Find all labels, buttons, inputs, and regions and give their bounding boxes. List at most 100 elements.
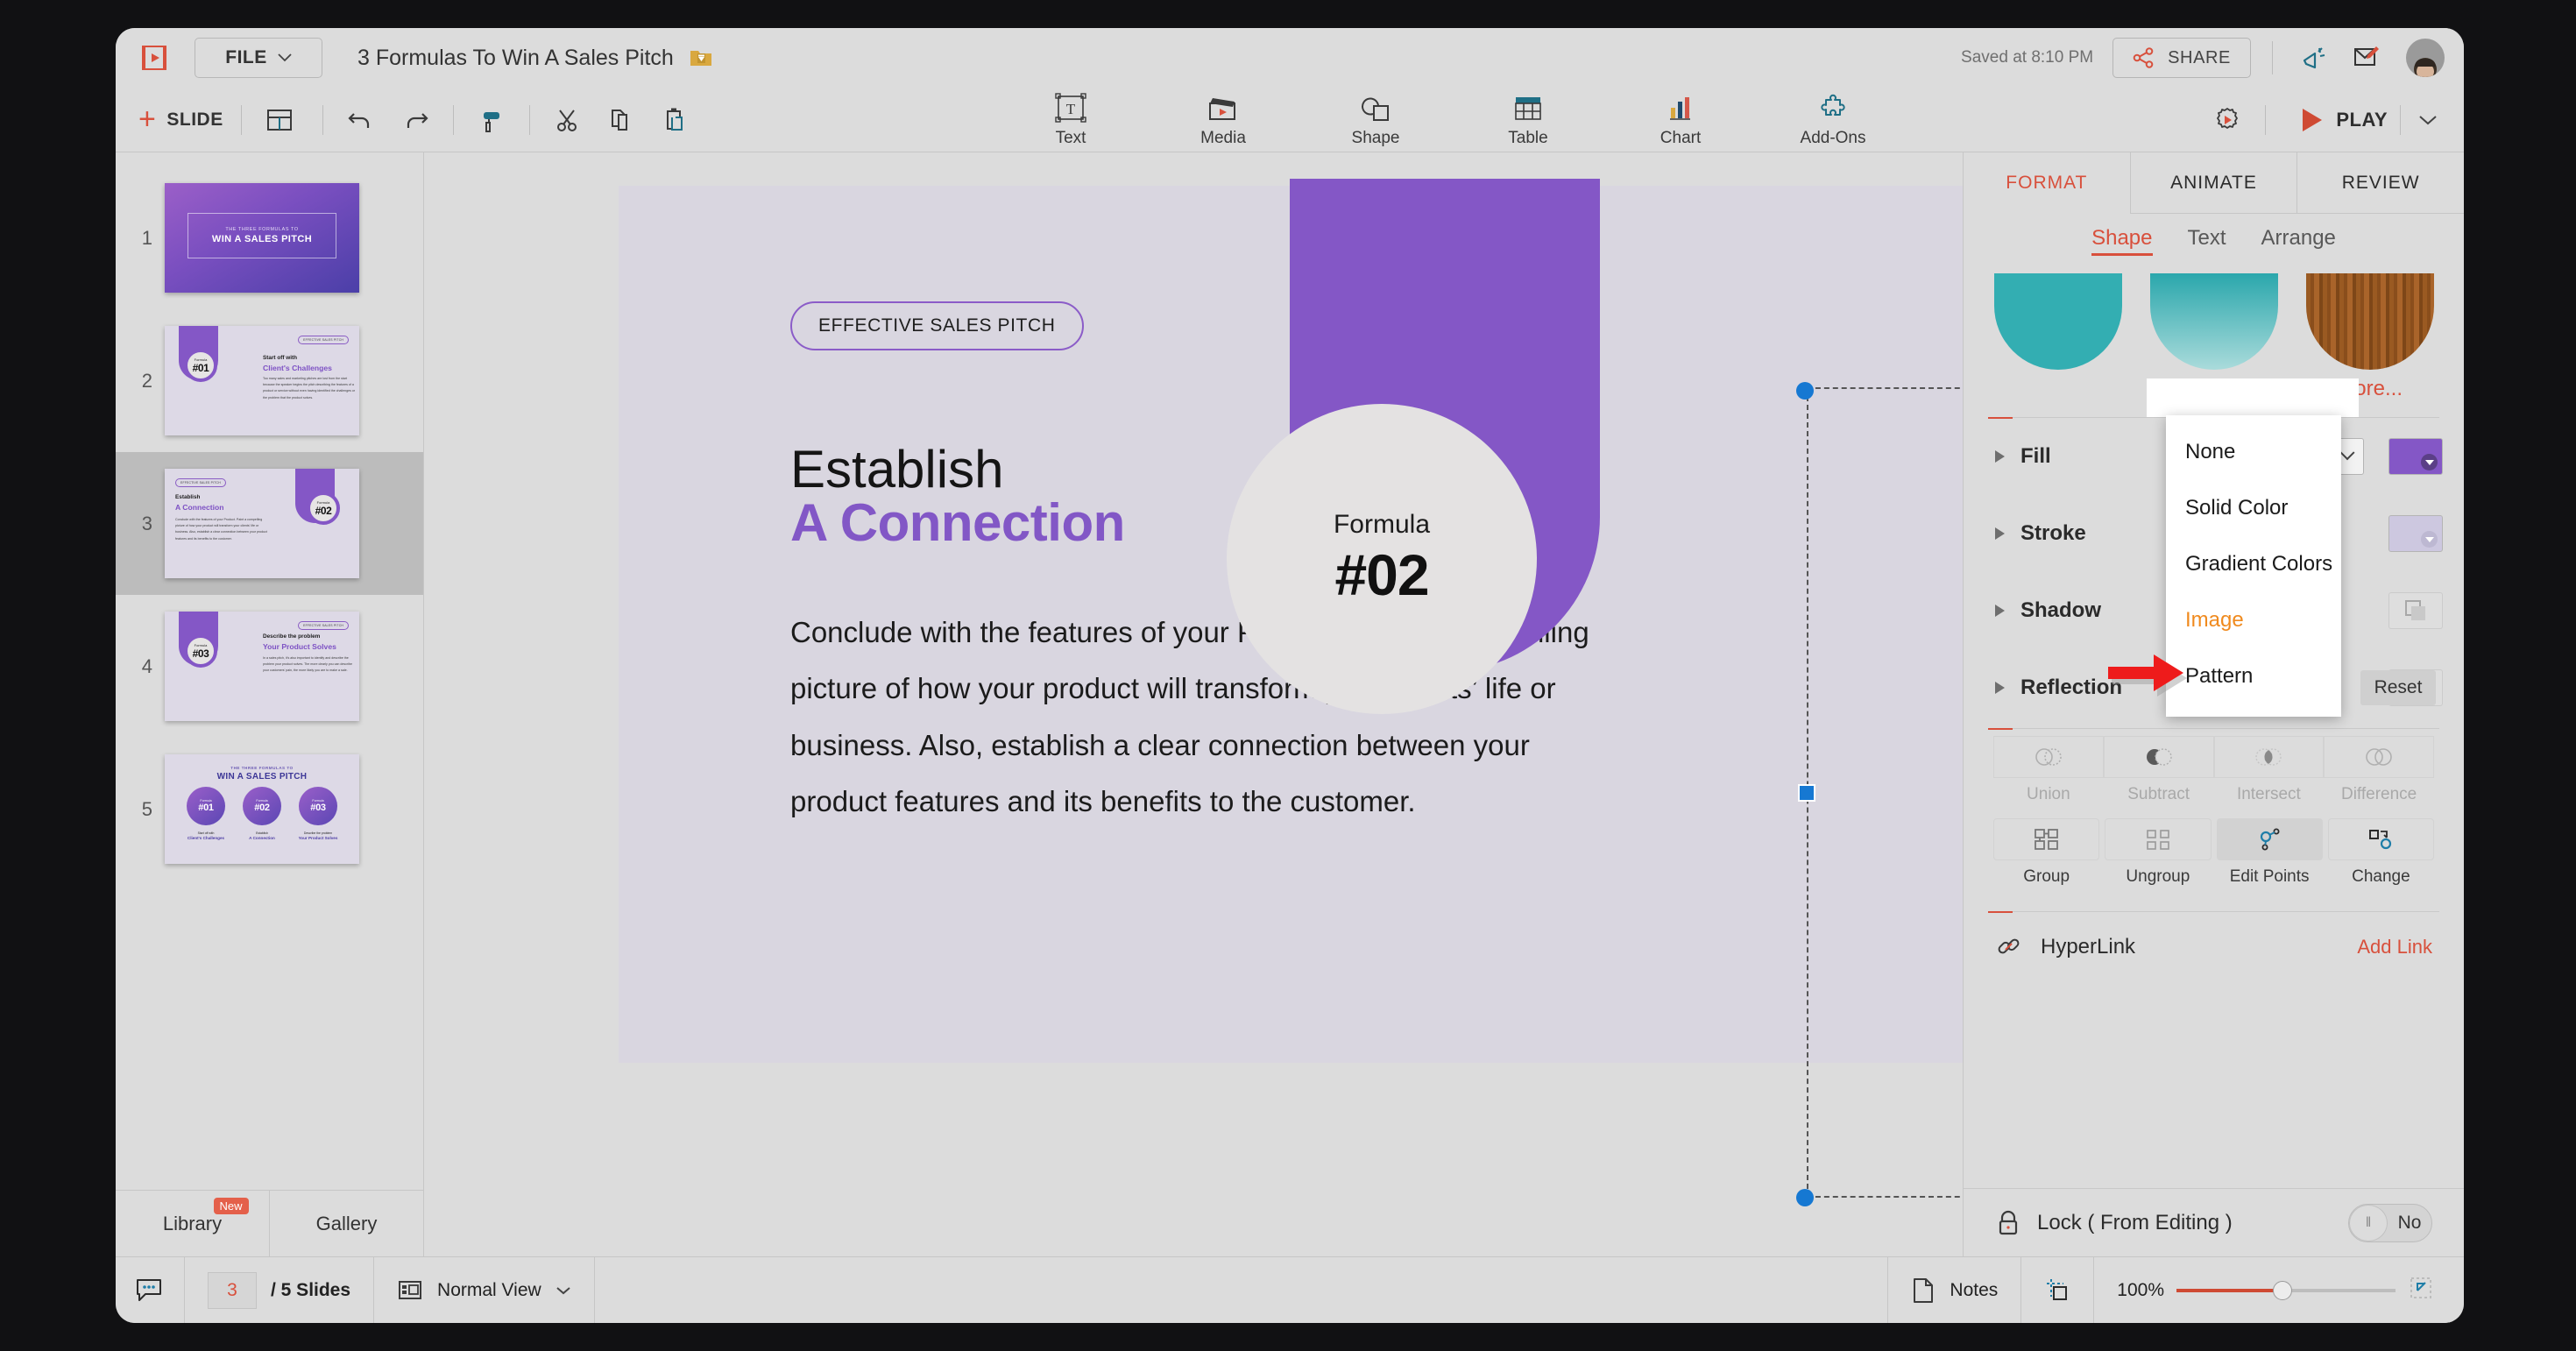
difference-op[interactable]: Difference (2324, 736, 2434, 808)
divider (1988, 911, 2439, 913)
group-op[interactable]: Group (1993, 818, 2100, 890)
paste-icon[interactable] (656, 100, 697, 140)
formula-circle[interactable]: Formula #02 (1227, 404, 1537, 714)
copy-icon[interactable] (602, 100, 642, 140)
lock-toggle[interactable]: ‖ No (2348, 1203, 2432, 1242)
document-title[interactable]: 3 Formulas To Win A Sales Pitch (357, 46, 674, 71)
file-menu-button[interactable]: FILE (195, 38, 322, 78)
add-link-button[interactable]: Add Link (2357, 936, 2432, 958)
dropdown-option-gradient-colors[interactable]: Gradient Colors (2166, 536, 2341, 592)
dropdown-option-none[interactable]: None (2166, 424, 2341, 480)
current-page-input[interactable]: 3 (208, 1271, 257, 1309)
pill-badge: EFFECTIVE SALES PITCH (298, 336, 349, 344)
fill-color-swatch[interactable] (2388, 438, 2443, 475)
union-op[interactable]: Union (1993, 736, 2104, 808)
tab-gallery[interactable]: Gallery (270, 1191, 423, 1256)
slide-title: WIN A SALES PITCH (211, 234, 313, 244)
tab-animate[interactable]: ANIMATE (2130, 152, 2298, 214)
expand-icon[interactable] (2408, 1275, 2434, 1305)
zoom-slider-track[interactable] (2176, 1280, 2396, 1300)
slide-thumbnail-5[interactable]: 5 THE THREE FORMULAS TO WIN A SALES PITC… (116, 738, 423, 881)
play-options-chevron-down-icon[interactable] (2408, 100, 2448, 140)
scissors-icon[interactable] (548, 100, 588, 140)
slide-thumbnail-1[interactable]: 1 THE THREE FORMULAS TO WIN A SALES PITC… (116, 166, 423, 309)
tool-bar-left: + SLIDE (116, 88, 697, 152)
slide-canvas-area[interactable]: EFFECTIVE SALES PITCH Establish A Connec… (424, 152, 2309, 1256)
paint-roller-icon[interactable] (471, 100, 512, 140)
wood-texture-shape[interactable] (2305, 273, 2434, 370)
redo-icon[interactable] (395, 100, 435, 140)
resize-handle-top-left[interactable] (1796, 382, 1814, 400)
resize-handle-middle-left[interactable] (1798, 784, 1815, 802)
insert-table-button[interactable]: Table (1479, 88, 1577, 148)
folder-download-icon[interactable] (690, 47, 712, 68)
circle-title-3: Your Product Solves (298, 836, 338, 840)
view-mode-selector[interactable]: Normal View (374, 1257, 595, 1323)
slide-body: Too many sales and marketing pitches are… (263, 377, 356, 400)
megaphone-icon[interactable] (2294, 38, 2334, 78)
slide-thumbnail-4[interactable]: 4 Formula #03 EFFECTIVE SALES PITCH Desc… (116, 595, 423, 738)
reset-button[interactable]: Reset (2360, 670, 2436, 705)
presentation-logo-icon[interactable] (137, 40, 172, 75)
ungroup-label: Ungroup (2126, 867, 2190, 886)
expand-triangle-icon[interactable] (1995, 527, 2005, 540)
shadow-preview-button[interactable] (2388, 592, 2443, 629)
subtab-text[interactable]: Text (2188, 226, 2226, 256)
notes-button[interactable]: Notes (1887, 1257, 2022, 1323)
insert-chart-button[interactable]: Chart (1631, 88, 1730, 148)
add-ons-button[interactable]: Add-Ons (1784, 88, 1882, 148)
expand-triangle-icon[interactable] (1995, 605, 2005, 617)
intersect-op[interactable]: Intersect (2213, 736, 2325, 808)
chevron-down-icon (556, 1286, 570, 1294)
comment-button[interactable] (116, 1257, 185, 1323)
expand-triangle-icon[interactable] (1995, 682, 2005, 694)
zoom-control[interactable]: 100% (2094, 1257, 2464, 1323)
heading-line-1[interactable]: Establish (790, 439, 1003, 499)
formula-circle: Formula #01 (184, 349, 217, 382)
teal-solid-shape[interactable] (1993, 273, 2122, 370)
share-button[interactable]: SHARE (2112, 38, 2251, 78)
resize-handle-bottom-left[interactable] (1796, 1189, 1814, 1206)
page-indicator[interactable]: 3 / 5 Slides (185, 1257, 375, 1323)
slide-canvas[interactable]: EFFECTIVE SALES PITCH Establish A Connec… (619, 179, 2161, 1063)
subtab-shape[interactable]: Shape (2091, 226, 2153, 256)
gear-play-icon[interactable] (2207, 100, 2247, 140)
tab-library[interactable]: Library New (116, 1191, 270, 1256)
dropdown-option-image[interactable]: Image (2166, 592, 2341, 648)
pill-badge[interactable]: EFFECTIVE SALES PITCH (790, 301, 1084, 350)
insert-shape-label: Shape (1351, 129, 1400, 147)
ungroup-op[interactable]: Ungroup (2105, 818, 2212, 890)
expand-triangle-icon[interactable] (1995, 450, 2005, 463)
fit-to-screen-button[interactable] (2021, 1257, 2095, 1323)
ungroup-icon (2105, 818, 2212, 860)
teal-gradient-shape[interactable] (2149, 273, 2278, 370)
edit-points-op[interactable]: Edit Points (2216, 818, 2323, 890)
undo-icon[interactable] (341, 100, 381, 140)
layout-icon[interactable] (259, 100, 300, 140)
zoom-slider-knob[interactable] (2273, 1280, 2292, 1300)
subtract-op[interactable]: Subtract (2103, 736, 2214, 808)
insert-shape-button[interactable]: Shape (1327, 88, 1425, 148)
tab-format[interactable]: FORMAT (1964, 152, 2131, 214)
slide-thumbnail-2[interactable]: 2 Formula #01 EFFECTIVE SALES PITCH Star… (116, 309, 423, 452)
user-avatar[interactable] (2406, 39, 2445, 77)
insert-text-button[interactable]: T Text (1022, 88, 1120, 148)
slide-caption: Start off with (263, 355, 298, 361)
divider (528, 104, 530, 135)
play-button[interactable]: PLAY (2283, 88, 2393, 152)
tab-review[interactable]: REVIEW (2297, 152, 2464, 214)
add-slide-button[interactable]: + SLIDE (138, 104, 223, 134)
subtab-arrange[interactable]: Arrange (2261, 226, 2336, 256)
compose-icon[interactable] (2346, 38, 2387, 78)
insert-media-button[interactable]: Media (1174, 88, 1272, 148)
thumbnail-list[interactable]: 1 THE THREE FORMULAS TO WIN A SALES PITC… (116, 152, 423, 1190)
play-triangle-icon (2303, 108, 2323, 131)
chevron-down-icon (2421, 454, 2438, 470)
formula-circle: Formula #02 (307, 492, 340, 525)
heading-line-2[interactable]: A Connection (790, 492, 1125, 553)
change-shape-op[interactable]: Change (2327, 818, 2434, 890)
stroke-color-swatch[interactable] (2388, 515, 2443, 552)
slide-thumbnail-3[interactable]: 3 Formula #02 EFFECTIVE SALES PITCH Esta… (116, 452, 423, 595)
slide-body: In a sales pitch, it's also important to… (263, 656, 353, 673)
dropdown-option-solid-color[interactable]: Solid Color (2166, 480, 2341, 536)
